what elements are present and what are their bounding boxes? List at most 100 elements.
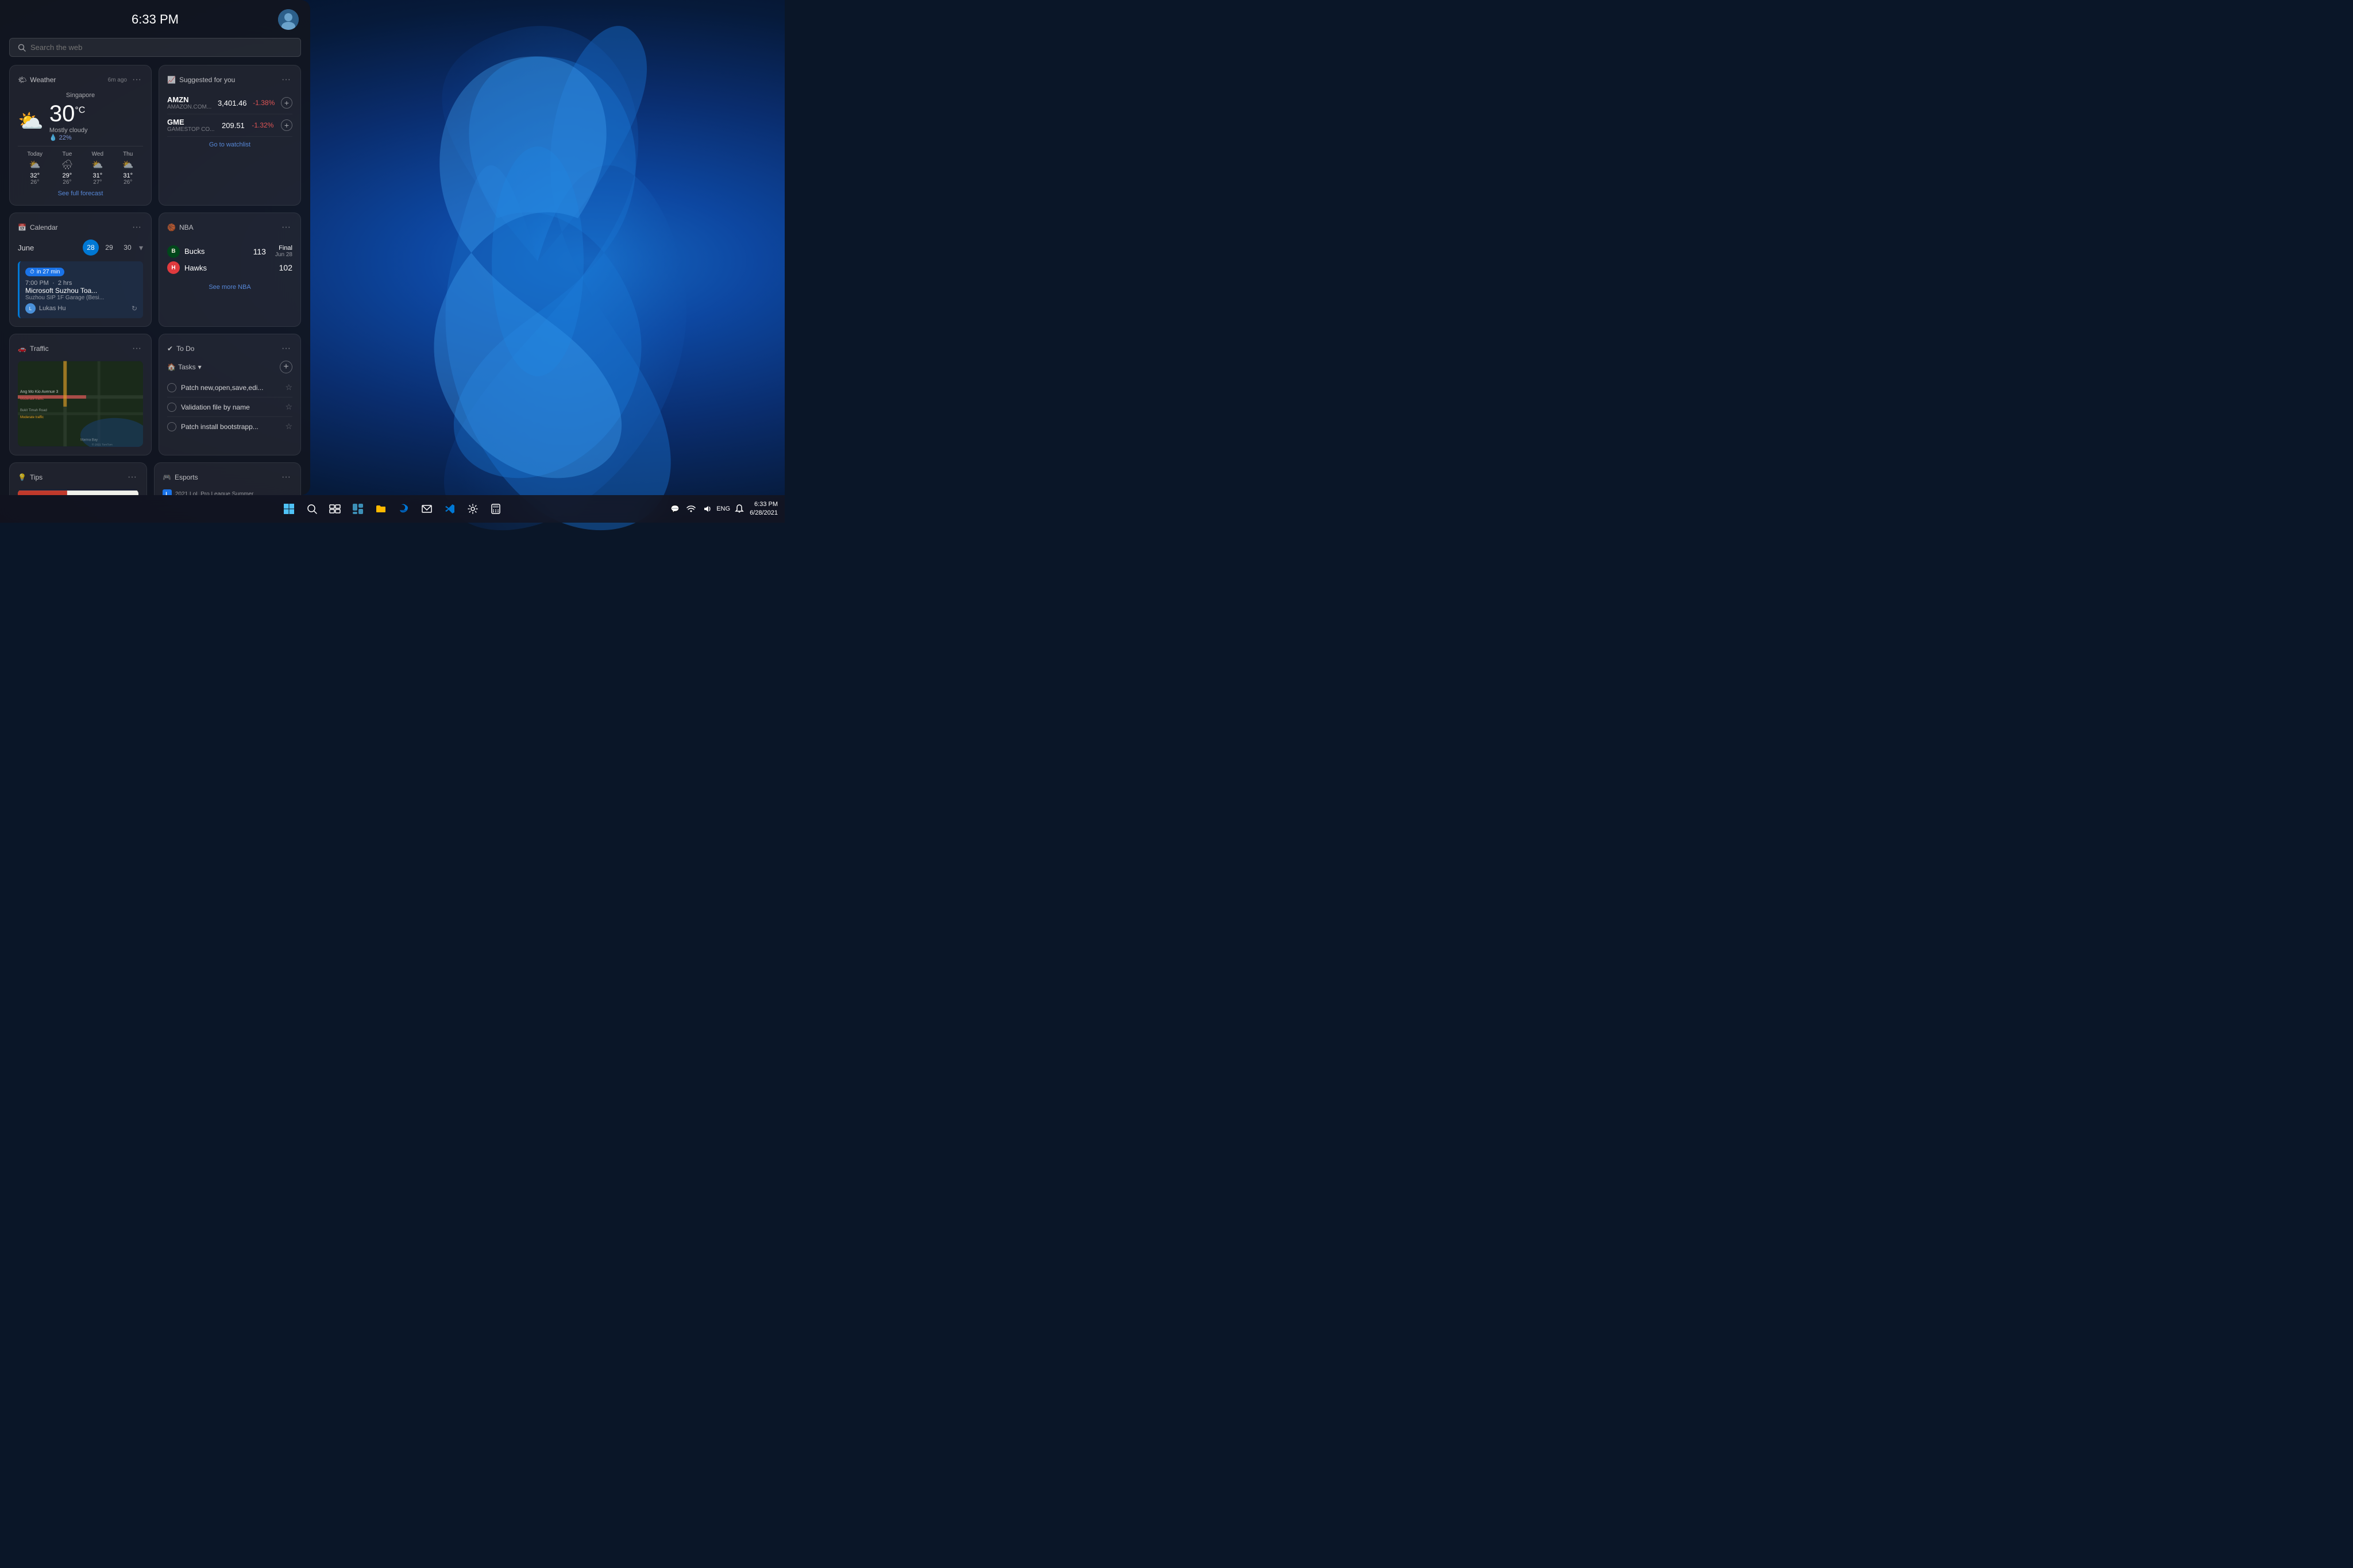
vscode-button[interactable] [439,499,460,519]
settings-button[interactable] [462,499,483,519]
stock-row-amzn[interactable]: AMZN AMAZON.COM... 3,401.46 -1.38% + [167,92,292,114]
stock-add-gme[interactable]: + [281,119,292,131]
nba-header: 🏀 NBA ··· [167,221,292,234]
avatar-icon [278,9,299,30]
taskbar-center [279,499,506,519]
task-text-2: Patch install bootstrapp... [181,423,285,431]
calculator-button[interactable] [485,499,506,519]
wifi-icon [686,504,696,513]
notification-icon [735,504,744,513]
windows-swirl [337,0,739,534]
traffic-more-button[interactable]: ··· [130,342,143,355]
esports-header: 🎮 Esports ··· [163,471,292,484]
task-star-2[interactable]: ☆ [285,422,292,431]
edge-browser-button[interactable] [394,499,414,519]
user-avatar[interactable] [278,9,299,30]
forecast-day-1: Tue 🌧 29° 26° [61,151,73,186]
stocks-icon: 📈 [167,76,176,84]
tips-header: 💡 Tips ··· [18,471,138,484]
start-button[interactable] [279,499,299,519]
esports-widget: 🎮 Esports ··· L 2021 LoL Pro League Summ… [154,462,301,495]
search-bar[interactable] [9,38,301,57]
weather-condition-icon: ⛅ [18,109,44,133]
search-icon [18,44,26,52]
go-watchlist-link[interactable]: Go to watchlist [167,141,292,148]
traffic-icon: 🚗 [18,345,26,353]
calendar-header: 📅 Calendar ··· [18,221,143,234]
see-more-nba-link[interactable]: See more NBA [167,284,292,291]
task-checkbox-2[interactable] [167,422,176,431]
stock-ticker-gme: GME [167,118,214,126]
taskbar-time-display[interactable]: 6:33 PM 6/28/2021 [750,500,778,518]
task-star-1[interactable]: ☆ [285,402,292,412]
notification-tray-icon[interactable] [732,502,746,516]
calendar-event-footer: L Lukas Hu ↻ [25,303,137,314]
todo-icon: ✔ [167,345,173,353]
traffic-map: Ang Mo Kio Avenue 3 Bukit Timah Road Mar… [18,361,143,447]
todo-title: ✔ To Do [167,345,194,353]
folder-icon [375,503,387,515]
nba-bucks-info: B Bucks [167,245,205,258]
weather-title: 🌤 Weather [18,76,56,84]
task-item-1[interactable]: Validation file by name ☆ [167,397,292,417]
calendar-day-30[interactable]: 30 [119,240,136,256]
wechat-tray-icon[interactable]: 💬 [668,502,682,516]
language-indicator[interactable]: ENG [716,505,730,512]
calendar-chevron-icon[interactable]: ▾ [139,243,143,253]
calendar-event-time: 7:00 PM · 2 hrs [25,280,104,287]
stocks-more-button[interactable]: ··· [280,74,292,86]
weather-more-button[interactable]: ··· [130,74,143,86]
taskview-button[interactable] [325,499,345,519]
widget-row-3: 🚗 Traffic ··· [9,334,301,455]
tips-preview-svg: Summary 139 9.50 [18,489,138,495]
calendar-refresh-icon[interactable]: ↻ [132,304,137,312]
nba-team-bucks: B Bucks 113 Final Jun 28 [167,243,292,260]
todo-more-button[interactable]: ··· [280,342,292,355]
todo-header: ✔ To Do ··· [167,342,292,355]
widget-row-2: 📅 Calendar ··· June 28 29 30 ▾ ⏱ in 27 m… [9,213,301,327]
forecast-day-3: Thu ⛅ 31° 26° [122,151,134,186]
calendar-event-timer: ⏱ in 27 min [25,268,64,276]
esports-more-button[interactable]: ··· [280,471,292,484]
task-checkbox-1[interactable] [167,403,176,412]
nba-hawks-info: H Hawks [167,261,207,274]
settings-icon [467,503,479,515]
file-explorer-button[interactable] [371,499,391,519]
network-tray-icon[interactable] [684,502,698,516]
tasks-title[interactable]: 🏠 Tasks ▾ [167,363,202,371]
calendar-event-title: Microsoft Suzhou Toa... [25,287,104,295]
mail-button[interactable] [416,499,437,519]
calendar-more-button[interactable]: ··· [130,221,143,234]
calendar-event[interactable]: ⏱ in 27 min 7:00 PM · 2 hrs Microsoft Su… [18,261,143,318]
task-star-0[interactable]: ☆ [285,383,292,392]
stock-row-gme[interactable]: GME GAMESTOP CO... 209.51 -1.32% + [167,114,292,137]
calendar-attendee-avatar: L [25,303,36,314]
nba-more-button[interactable]: ··· [280,221,292,234]
calendar-month: June [18,244,34,252]
tasks-add-button[interactable]: + [280,361,292,373]
tasks-home-icon: 🏠 [167,363,176,371]
task-item-0[interactable]: Patch new,open,save,edi... ☆ [167,378,292,397]
weather-widget: 🌤 Weather 6m ago ··· Singapore ⛅ 30°C Mo… [9,65,152,206]
calendar-day-28[interactable]: 28 [83,240,99,256]
stock-add-amzn[interactable]: + [281,97,292,109]
svg-text:© 2021 TomTom: © 2021 TomTom [92,442,113,446]
hawks-name: Hawks [184,264,207,272]
nba-title: 🏀 NBA [167,223,194,231]
see-full-forecast-link[interactable]: See full forecast [18,190,143,197]
weather-main: ⛅ 30°C Mostly cloudy 💧 22% [18,101,143,141]
todo-widget: ✔ To Do ··· 🏠 Tasks ▾ + Patch new,open,s… [159,334,301,455]
tasks-chevron-icon: ▾ [198,363,202,371]
task-item-2[interactable]: Patch install bootstrapp... ☆ [167,417,292,436]
volume-tray-icon[interactable] [700,502,714,516]
calendar-days: 28 29 30 [83,240,136,256]
taskbar-search-button[interactable] [302,499,322,519]
tips-more-button[interactable]: ··· [126,471,138,484]
calendar-day-29[interactable]: 29 [101,240,117,256]
widgets-button[interactable] [348,499,368,519]
search-input[interactable] [30,43,292,52]
weather-icon-indicator: 🌤 [18,76,26,84]
weather-rain: 💧 22% [49,134,88,141]
task-text-1: Validation file by name [181,403,285,411]
task-checkbox-0[interactable] [167,383,176,392]
